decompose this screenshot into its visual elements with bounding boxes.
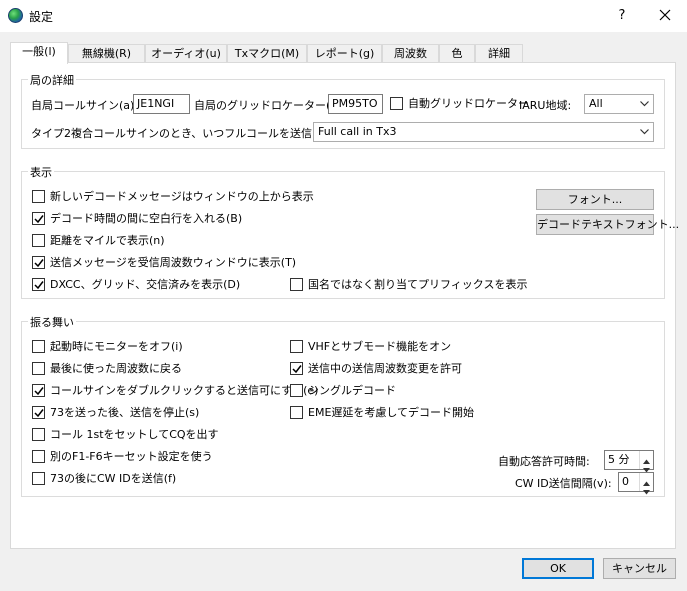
display-group: 表示 新しいデコードメッセージはウィンドウの上から表示 デコード時間の間に空白行… (21, 164, 679, 299)
close-button[interactable] (648, 4, 682, 28)
station-details-group: 局の詳細 自局コールサイン(a): JE1NGI 自局のグリッドロケーター(y)… (21, 72, 665, 149)
tab-general[interactable]: 一般(l) (10, 42, 68, 64)
checkmark-icon (34, 259, 44, 268)
type2-select[interactable]: Full call in Tx3 (313, 122, 654, 142)
auto-grid-label: 自動グリッドロケーター (408, 97, 529, 110)
checkbox-box[interactable] (290, 384, 303, 397)
checkmark-icon (34, 409, 44, 418)
general-panel: 局の詳細 自局コールサイン(a): JE1NGI 自局のグリッドロケーター(y)… (10, 62, 679, 549)
checkbox-box[interactable] (290, 278, 303, 291)
chevron-down-icon (640, 129, 649, 135)
grid-label: 自局のグリッドロケーター(y): (194, 99, 345, 112)
checkbox-box[interactable] (32, 472, 45, 485)
checkbox-box[interactable] (32, 384, 45, 397)
behavior-option-label: 別のF1-F6キーセット設定を使う (50, 450, 213, 463)
display-option-label: DXCC、グリッド、交信済みを表示(D) (50, 278, 241, 291)
behavior-option-label: シングルデコード (308, 384, 396, 397)
spin-down-icon[interactable] (643, 483, 650, 501)
display-option-label: 国名ではなく割り当てプリフィックスを表示 (308, 278, 528, 291)
chevron-down-icon (640, 101, 649, 107)
auto-grid-checkbox-box[interactable] (390, 97, 403, 110)
checkmark-icon (34, 387, 44, 396)
app-globe-icon (8, 8, 23, 23)
spin-arrows[interactable] (639, 473, 653, 495)
tab-colors[interactable]: 色 (439, 44, 475, 63)
display-option-label: 距離をマイルで表示(n) (50, 234, 165, 247)
tab-audio[interactable]: オーディオ(u) (145, 44, 227, 63)
decode-font-button[interactable]: デコードテキストフォント... (536, 214, 679, 235)
behavior-option-label: VHFとサブモード機能をオン (308, 340, 452, 353)
close-icon (659, 9, 671, 21)
font-button[interactable]: フォント... (536, 189, 654, 210)
help-button[interactable]: ? (612, 6, 632, 26)
iaru-region-value: All (589, 97, 603, 110)
tab-tx-macros[interactable]: Txマクロ(M) (227, 44, 307, 63)
auto-reply-spinbox[interactable]: 5 分 (604, 450, 654, 473)
checkmark-icon (34, 215, 44, 224)
display-option-label: 新しいデコードメッセージはウィンドウの上から表示 (50, 190, 314, 203)
checkbox-box[interactable] (290, 362, 303, 375)
type2-value: Full call in Tx3 (318, 125, 397, 138)
checkmark-icon (34, 281, 44, 290)
ok-button[interactable]: OK (522, 558, 594, 579)
display-option-label: デコード時間の間に空白行を入れる(B) (50, 212, 243, 225)
checkbox-box[interactable] (290, 406, 303, 419)
checkbox-box[interactable] (32, 190, 45, 203)
type2-label: タイプ2複合コールサインのとき、いつフルコールを送信するか: (31, 127, 349, 140)
window-title: 設定 (29, 10, 54, 24)
checkbox-box[interactable] (32, 278, 45, 291)
station-details-title: 局の詳細 (28, 72, 76, 88)
checkbox-box[interactable] (32, 362, 45, 375)
checkbox-box[interactable] (32, 256, 45, 269)
checkbox-box[interactable] (32, 450, 45, 463)
behavior-option-label: コール 1stをセットしてCQを出す (50, 428, 219, 441)
callsign-input[interactable]: JE1NGI (133, 94, 190, 114)
checkbox-box[interactable] (32, 212, 45, 225)
checkbox-box[interactable] (32, 340, 45, 353)
iaru-label: IARU地域: (519, 99, 572, 112)
cancel-button[interactable]: キャンセル (603, 558, 676, 579)
auto-reply-label: 自動応答許可時間: (498, 455, 590, 468)
behavior-title: 振る舞い (28, 314, 76, 330)
behavior-option-label: 73の後にCW IDを送信(f) (50, 472, 177, 485)
tab-frequencies[interactable]: 周波数 (382, 44, 439, 63)
display-title: 表示 (28, 164, 54, 180)
callsign-label: 自局コールサイン(a): (31, 99, 139, 112)
behavior-option-label: コールサインをダブルクリックすると送信可にする(e) (50, 384, 319, 397)
behavior-option-label: 73を送った後、送信を停止(s) (50, 406, 200, 419)
behavior-option-label: 送信中の送信周波数変更を許可 (308, 362, 462, 375)
cw-id-interval-spinbox[interactable]: 0 (618, 472, 654, 495)
auto-reply-value: 5 分 (608, 453, 630, 466)
display-option-label: 送信メッセージを受信周波数ウィンドウに表示(T) (50, 256, 297, 269)
checkbox-box[interactable] (32, 234, 45, 247)
checkbox-box[interactable] (32, 428, 45, 441)
tab-radio[interactable]: 無線機(R) (68, 44, 145, 63)
cw-id-interval-value: 0 (622, 475, 629, 488)
checkbox-box[interactable] (32, 406, 45, 419)
iaru-region-select[interactable]: All (584, 94, 654, 114)
checkbox-box[interactable] (290, 340, 303, 353)
title-bar: 設定 ? (0, 0, 687, 32)
behavior-option-label: 起動時にモニターをオフ(i) (50, 340, 183, 353)
grid-input[interactable]: PM95TO (328, 94, 383, 114)
spin-arrows[interactable] (639, 451, 653, 473)
checkmark-icon (292, 365, 302, 374)
behavior-option-label: 最後に使った周波数に戻る (50, 362, 182, 375)
cw-id-interval-label: CW ID送信間隔(v): (515, 477, 612, 490)
behavior-group: 振る舞い 起動時にモニターをオフ(i) 最後に使った周波数に戻る コールサインを… (21, 314, 665, 497)
behavior-option-label: EME遅延を考慮してデコード開始 (308, 406, 475, 419)
tab-advanced[interactable]: 詳細 (475, 44, 523, 63)
tab-reporting[interactable]: レポート(g) (307, 44, 382, 63)
